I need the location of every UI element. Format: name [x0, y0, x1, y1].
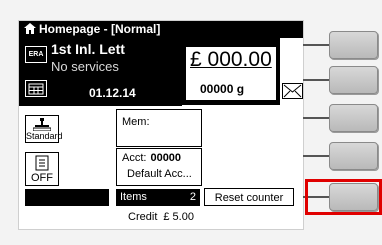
- credit-line: Credit £ 5.00: [19, 211, 303, 223]
- credit-amount: £ 5.00: [163, 211, 194, 223]
- softkey-connector-4: [303, 155, 331, 157]
- date-display: 01.12.14: [89, 86, 136, 100]
- softkey-3[interactable]: [329, 104, 378, 132]
- off-icon: [35, 155, 49, 171]
- off-label: OFF: [31, 172, 53, 184]
- home-icon: [24, 23, 36, 34]
- account-line: Acct: 00000: [122, 152, 181, 164]
- softkey-2[interactable]: [329, 66, 378, 94]
- window-title: Homepage - [Normal]: [39, 22, 161, 36]
- era-badge: ERA: [25, 46, 47, 63]
- account-button[interactable]: Acct: 00000 Default Acc...: [116, 148, 202, 186]
- calendar-icon: [25, 80, 47, 97]
- title-bar: Homepage - [Normal]: [19, 21, 303, 38]
- memory-label: Mem:: [122, 116, 150, 128]
- softkey-4[interactable]: [329, 142, 378, 170]
- account-number: 00000: [150, 152, 182, 164]
- off-button[interactable]: OFF: [25, 152, 59, 186]
- carrier-class: 1st Inl. Lett: [51, 41, 125, 57]
- franking-device: Homepage - [Normal] ERA 1st Inl. Lett No…: [0, 0, 382, 245]
- memory-button[interactable]: Mem:: [116, 109, 202, 147]
- items-counter: Items 2: [116, 189, 200, 206]
- softkey-connector-2: [303, 79, 331, 81]
- account-name: Default Acc...: [127, 168, 192, 180]
- postage-display[interactable]: £ 000.00 00000 g: [182, 38, 280, 105]
- service-info-panel[interactable]: ERA 1st Inl. Lett No services 01.12.14: [19, 38, 182, 106]
- softkey-connector-1: [303, 44, 331, 46]
- softkey-1[interactable]: [329, 31, 378, 59]
- envelope-icon[interactable]: [282, 83, 303, 99]
- softkey-connector-3: [303, 117, 331, 119]
- postage-amount: £ 000.00: [190, 48, 272, 71]
- standard-label: Standard: [26, 131, 63, 141]
- credit-label: Credit: [128, 211, 158, 223]
- lcd-screen: Homepage - [Normal] ERA 1st Inl. Lett No…: [18, 20, 304, 230]
- service-text: No services: [51, 59, 119, 74]
- postage-box: £ 000.00 00000 g: [185, 46, 277, 101]
- reset-counter-button[interactable]: Reset counter: [204, 188, 294, 206]
- scale-icon: [33, 118, 51, 131]
- account-label: Acct:: [122, 152, 147, 164]
- weight-value: 00000 g: [200, 82, 245, 96]
- standard-button[interactable]: Standard: [25, 115, 63, 143]
- items-count: 2: [189, 191, 196, 203]
- items-label: Items: [120, 191, 147, 203]
- softkey-highlight: [305, 179, 382, 215]
- status-bar-blank: [25, 189, 109, 206]
